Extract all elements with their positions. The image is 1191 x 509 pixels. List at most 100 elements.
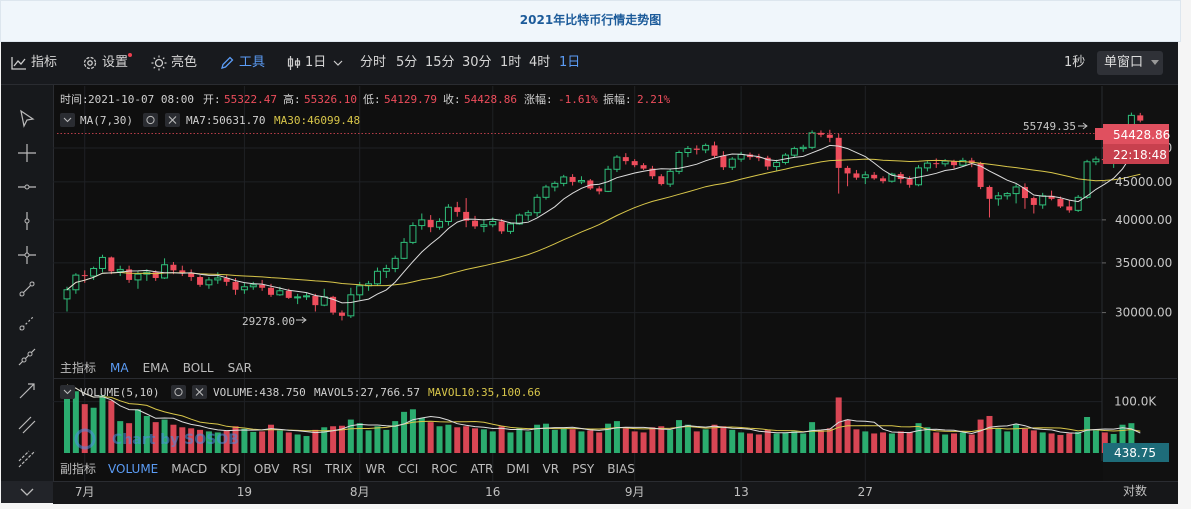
candle-down xyxy=(986,186,993,199)
volume-bar xyxy=(755,434,762,453)
info-open-label: 开: xyxy=(203,93,221,106)
volume-bar xyxy=(569,429,576,453)
volume-bar xyxy=(702,429,709,453)
indicator-tab[interactable]: PSY xyxy=(572,462,595,476)
volume-bar xyxy=(401,411,408,453)
candle-down xyxy=(622,157,629,162)
indicator-tab[interactable]: BIAS xyxy=(607,462,635,476)
volume-bar xyxy=(667,429,674,453)
ma-close-icon[interactable] xyxy=(165,113,180,127)
volume-bar xyxy=(853,429,860,453)
sub-indicator-tabs: VOLUME MACD KDJ OBV RSI TRIX WR CCI ROC ATR DMI VR P… xyxy=(108,462,635,476)
time-tick-label: 9月 xyxy=(625,485,645,499)
volume-bar xyxy=(294,434,301,453)
volume-bar xyxy=(436,426,443,453)
volume-bar xyxy=(977,419,984,453)
indicator-tab[interactable]: WR xyxy=(365,462,385,476)
volume-bar xyxy=(968,434,975,453)
volume-bar xyxy=(835,397,842,453)
candle-down xyxy=(81,275,88,277)
volume-bar xyxy=(250,431,257,453)
candle-down xyxy=(285,290,292,298)
candle-up xyxy=(737,153,745,160)
main-indicator-label: 主指标 xyxy=(60,360,96,375)
last-price-tag: 54428.86 xyxy=(1095,124,1170,144)
candle-down xyxy=(835,137,842,168)
volume-bar xyxy=(347,419,354,453)
volume-bar xyxy=(720,426,727,453)
volume-bar xyxy=(746,433,753,453)
indicator-tab[interactable]: TRIX xyxy=(324,462,352,476)
volume-collapse-button[interactable] xyxy=(60,385,75,399)
volume-close-icon[interactable] xyxy=(192,385,207,399)
info-time-label: 时间: xyxy=(60,93,89,106)
volume-bar xyxy=(826,428,833,453)
indicator-tab[interactable]: MA xyxy=(110,361,129,375)
volume-bar xyxy=(1004,431,1011,453)
volume-bar xyxy=(809,422,816,453)
candle-up xyxy=(1012,186,1020,195)
max-price-annotation: 55749.35 xyxy=(1023,120,1076,133)
candle-up xyxy=(356,285,364,296)
volume-legend: VOLUME:438.750 xyxy=(213,386,306,399)
volume-bar xyxy=(427,422,434,453)
indicator-tab[interactable]: VR xyxy=(543,462,560,476)
volume-bar xyxy=(303,436,310,453)
volume-bar xyxy=(374,426,381,453)
candle-down xyxy=(498,221,505,232)
countdown-tag: 22:18:48 xyxy=(1103,144,1169,164)
indicator-tab[interactable]: VOLUME xyxy=(108,462,158,476)
price-tick-label: 35000.00 xyxy=(1115,256,1172,270)
candle-up xyxy=(436,220,444,228)
indicator-tab[interactable]: RSI xyxy=(292,462,312,476)
ma-collapse-button[interactable] xyxy=(60,113,75,127)
indicator-tab[interactable]: MACD xyxy=(171,462,207,476)
volume-bar xyxy=(844,419,851,453)
volume-bar xyxy=(782,432,789,453)
volume-bar xyxy=(285,432,292,453)
info-high-label: 高: xyxy=(283,92,301,106)
candle-down xyxy=(880,178,887,182)
indicator-tab[interactable]: EMA xyxy=(143,361,170,375)
volume-bar xyxy=(693,431,700,453)
indicator-tab[interactable]: BOLL xyxy=(183,361,214,375)
indicator-tab[interactable]: OBV xyxy=(254,462,280,476)
indicator-tab[interactable]: DMI xyxy=(506,462,529,476)
indicator-tab[interactable]: ROC xyxy=(431,462,457,476)
candle-up xyxy=(276,290,284,296)
volume-bar xyxy=(454,427,461,453)
candle-down xyxy=(933,163,940,165)
ma-settings-icon[interactable] xyxy=(143,113,158,127)
volume-bar xyxy=(1057,435,1064,453)
volume-bar xyxy=(1021,428,1028,453)
main-indicator-tabs: MA EMA BOLL SAR xyxy=(110,361,252,375)
candle-up xyxy=(409,225,417,243)
info-low-value: 54129.79 xyxy=(384,93,437,106)
indicator-tab[interactable]: KDJ xyxy=(220,462,241,476)
indicator-tab[interactable]: CCI xyxy=(398,462,418,476)
candle-up xyxy=(1074,196,1082,211)
candle-up xyxy=(134,273,142,281)
volume-bar xyxy=(942,434,949,453)
indicator-tab[interactable]: ATR xyxy=(470,462,493,476)
candle-up xyxy=(790,148,798,156)
candle-down xyxy=(596,188,603,192)
time-tick-label: 13 xyxy=(733,485,748,499)
time-axis-ticks: 7月 19 8月 16 9月 13 27 xyxy=(75,485,873,499)
candle-up xyxy=(480,224,488,227)
volume-bar xyxy=(480,429,487,453)
volume-settings-icon[interactable] xyxy=(171,385,186,399)
watermark-text: Chart by SOSOB xyxy=(112,432,239,448)
candlesticks xyxy=(63,112,1144,321)
volume-bar xyxy=(649,427,656,453)
info-close-label: 收: xyxy=(443,92,461,106)
candle-up xyxy=(507,223,514,232)
candle-up xyxy=(923,162,931,169)
indicator-tab[interactable]: SAR xyxy=(228,361,252,375)
candle-down xyxy=(268,287,275,295)
max-price-arrow xyxy=(1078,122,1088,130)
candle-down xyxy=(312,295,319,306)
info-time-value: 2021-10-07 08:00 xyxy=(88,93,194,106)
ma7-legend: MA7:50631.70 xyxy=(186,114,265,127)
volume-bar xyxy=(418,418,425,453)
